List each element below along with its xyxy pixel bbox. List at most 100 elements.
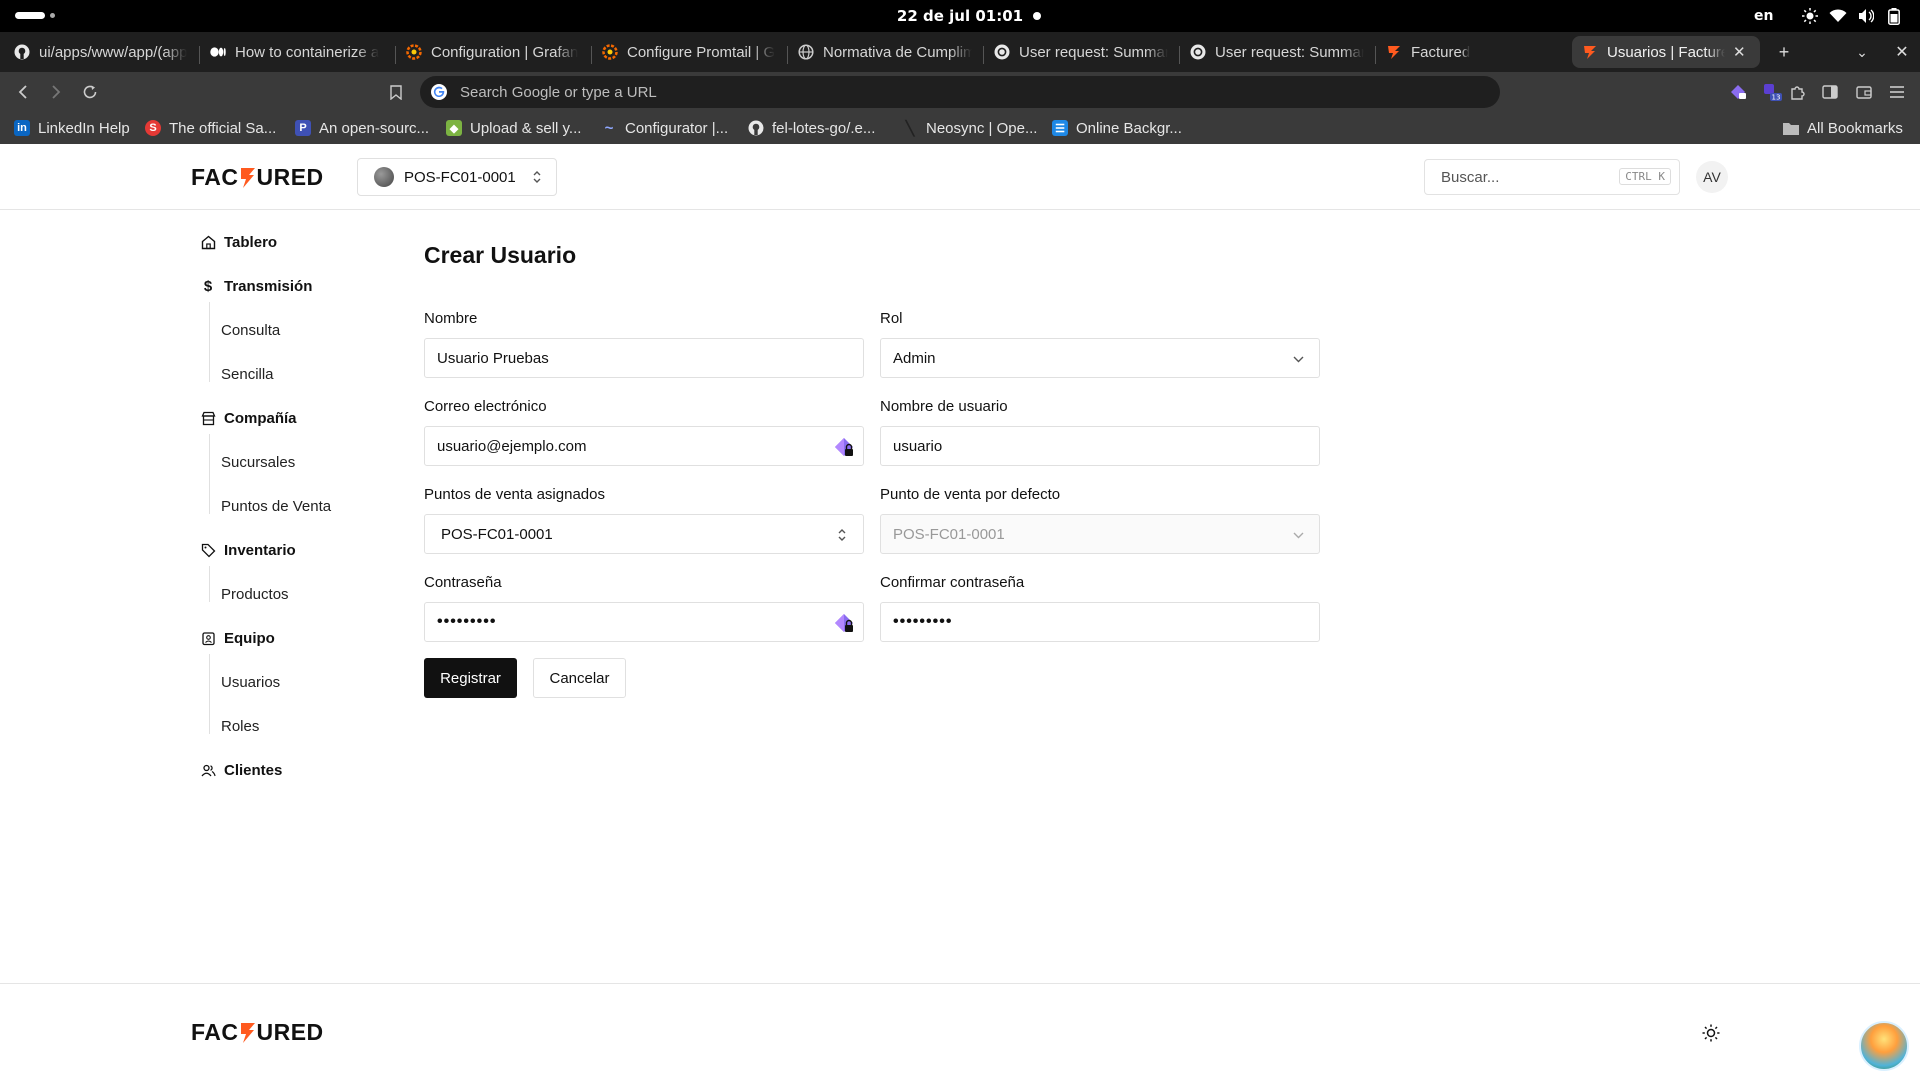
- github-icon: [748, 120, 764, 136]
- sidebar-item-tablero[interactable]: Tablero: [200, 230, 277, 254]
- new-tab-icon[interactable]: +: [1772, 40, 1796, 64]
- bookmark-label: The official Sa...: [169, 119, 277, 137]
- extension-lock-icon[interactable]: [1726, 80, 1750, 104]
- username-input[interactable]: [893, 437, 1273, 455]
- rol-select[interactable]: Admin: [880, 338, 1320, 378]
- github-icon: [14, 44, 30, 60]
- keyboard-language[interactable]: en: [1754, 8, 1773, 24]
- sidebar-item-consulta[interactable]: Consulta: [221, 318, 280, 342]
- bookmark-item[interactable]: fel-lotes-go/.e...: [748, 118, 875, 138]
- battery-icon[interactable]: [1884, 6, 1904, 26]
- extensions-puzzle-icon[interactable]: [1786, 80, 1810, 104]
- password-field[interactable]: •••••••••: [424, 602, 864, 642]
- factured-icon: [1582, 44, 1598, 60]
- browser-tab[interactable]: User request: Summar: [984, 36, 1178, 68]
- bookmark-item[interactable]: S The official Sa...: [145, 118, 276, 138]
- chevron-up-down-icon: [533, 171, 541, 183]
- sidebar-item-roles[interactable]: Roles: [221, 714, 259, 738]
- bookmark-item[interactable]: ☰ Online Backgr...: [1052, 118, 1182, 138]
- globe-icon: [798, 44, 814, 60]
- browser-tab[interactable]: Configure Promtail | G: [592, 36, 786, 68]
- password-input[interactable]: •••••••••: [437, 613, 496, 631]
- punto-defecto-select[interactable]: POS-FC01-0001: [880, 514, 1320, 554]
- sidebar-item-sencilla[interactable]: Sencilla: [221, 362, 274, 386]
- system-tray[interactable]: [1800, 6, 1904, 26]
- cancelar-button[interactable]: Cancelar: [533, 658, 626, 698]
- p-icon: P: [295, 120, 311, 136]
- nombre-input[interactable]: [437, 349, 817, 367]
- theme-toggle-sun-icon[interactable]: [1699, 1021, 1723, 1045]
- confirm-password-input[interactable]: •••••••••: [893, 613, 952, 631]
- password-manager-icon[interactable]: [833, 612, 855, 634]
- browser-tab[interactable]: ui/apps/www/app/(app: [4, 36, 198, 68]
- sidebar-item-transmision[interactable]: $ Transmisión: [200, 274, 313, 298]
- wifi-icon[interactable]: [1828, 6, 1848, 26]
- avatar[interactable]: AV: [1696, 161, 1728, 193]
- bookmark-item[interactable]: P An open-sourc...: [295, 118, 429, 138]
- bookmark-item[interactable]: in LinkedIn Help: [14, 118, 130, 138]
- sidebar-item-label: Transmisión: [224, 277, 313, 295]
- browser-tab[interactable]: Normativa de Cumplim: [788, 36, 982, 68]
- punto-defecto-label: Punto de venta por defecto: [880, 486, 1061, 503]
- browser-tab-active[interactable]: Usuarios | Factured ✕: [1572, 36, 1760, 68]
- tab-label: Configuration | Grafan: [431, 43, 579, 61]
- sidebar-item-equipo[interactable]: Equipo: [200, 626, 275, 650]
- s-icon: S: [145, 120, 161, 136]
- close-window-icon[interactable]: ✕: [1890, 40, 1914, 64]
- global-search[interactable]: CTRL K: [1424, 159, 1680, 195]
- sidebar-item-inventario[interactable]: Inventario: [200, 538, 296, 562]
- menu-icon[interactable]: [1885, 80, 1909, 104]
- pos-selector[interactable]: POS-FC01-0001: [357, 158, 557, 196]
- browser-tab[interactable]: Factured: [1376, 36, 1570, 68]
- registrar-button[interactable]: Registrar: [424, 658, 517, 698]
- reload-icon[interactable]: [78, 80, 102, 104]
- sidebar-item-label: Clientes: [224, 761, 283, 779]
- address-bar[interactable]: [420, 76, 1500, 108]
- sidebar-sub-line: [209, 302, 210, 382]
- puntos-multiselect[interactable]: POS-FC01-0001: [424, 514, 864, 554]
- close-tab-icon[interactable]: ✕: [1733, 43, 1746, 61]
- bookmark-item[interactable]: ◆ Upload & sell y...: [446, 118, 581, 138]
- browser-tab[interactable]: How to containerize a: [200, 36, 394, 68]
- factured-logo[interactable]: FAC URED: [191, 164, 324, 191]
- bookmark-item[interactable]: ~ Configurator |...: [601, 118, 729, 138]
- factured-icon: [1386, 44, 1402, 60]
- tab-search-chevron-icon[interactable]: ⌄: [1850, 40, 1874, 64]
- forward-icon[interactable]: [44, 80, 68, 104]
- bookmark-page-icon[interactable]: [384, 80, 408, 104]
- password-manager-icon[interactable]: [833, 436, 855, 458]
- browser-tab[interactable]: User request: Summar: [1180, 36, 1374, 68]
- volume-icon[interactable]: [1856, 6, 1876, 26]
- nombre-field[interactable]: [424, 338, 864, 378]
- side-panel-icon[interactable]: [1818, 80, 1842, 104]
- sidebar-item-label: Inventario: [224, 541, 296, 559]
- wallet-icon[interactable]: [1852, 80, 1876, 104]
- password-label: Contraseña: [424, 574, 502, 591]
- search-input[interactable]: [1425, 168, 1615, 186]
- email-input[interactable]: [437, 437, 817, 455]
- tab-label: User request: Summar: [1215, 43, 1364, 61]
- sidebar-item-puntos-de-venta[interactable]: Puntos de Venta: [221, 494, 331, 518]
- bookmark-item[interactable]: ╲ Neosync | Ope...: [902, 118, 1038, 138]
- sidebar-item-usuarios[interactable]: Usuarios: [221, 670, 280, 694]
- sidebar-item-compania[interactable]: Compañía: [200, 406, 297, 430]
- browser-tab[interactable]: Configuration | Grafan: [396, 36, 590, 68]
- sidebar-item-sucursales[interactable]: Sucursales: [221, 450, 295, 474]
- sidebar-item-clientes[interactable]: Clientes: [200, 758, 282, 782]
- nombre-label: Nombre: [424, 310, 478, 327]
- extension-badge-icon[interactable]: 13: [1760, 80, 1784, 104]
- sidebar-item-productos[interactable]: Productos: [221, 582, 289, 606]
- url-input[interactable]: [460, 83, 1360, 101]
- os-clock[interactable]: 22 de jul 01:01: [0, 7, 1920, 25]
- chevron-up-down-icon: [833, 526, 851, 544]
- username-field[interactable]: [880, 426, 1320, 466]
- grafana-icon: [406, 44, 422, 60]
- confirm-password-field[interactable]: •••••••••: [880, 602, 1320, 642]
- assistant-avatar[interactable]: [1859, 1021, 1909, 1071]
- back-icon[interactable]: [11, 80, 35, 104]
- email-field[interactable]: [424, 426, 864, 466]
- footer-logo[interactable]: FAC URED: [191, 1019, 324, 1046]
- brightness-icon[interactable]: [1800, 6, 1820, 26]
- home-icon: [200, 234, 216, 250]
- all-bookmarks[interactable]: All Bookmarks: [1783, 118, 1903, 138]
